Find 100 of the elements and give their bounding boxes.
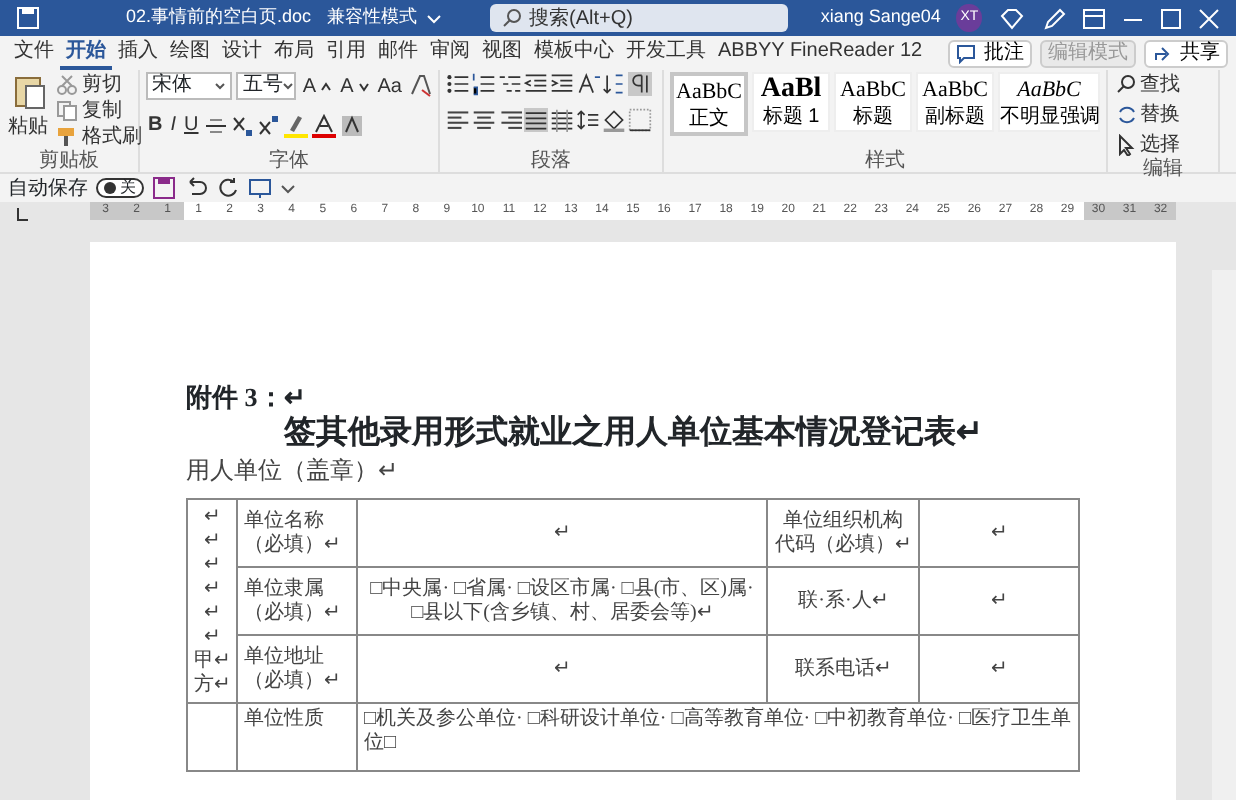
ribbon-tab[interactable]: 绘图 xyxy=(164,36,216,70)
ribbon-tab[interactable]: 视图 xyxy=(476,36,528,70)
grow-font-button[interactable]: A xyxy=(300,73,335,99)
customize-caret-icon[interactable] xyxy=(280,180,296,196)
monitor-icon[interactable] xyxy=(248,176,272,200)
select-button[interactable]: 选择 xyxy=(1114,132,1212,158)
sort-icon[interactable] xyxy=(602,72,626,96)
underline-button[interactable]: U xyxy=(182,112,201,138)
character-shading-icon[interactable] xyxy=(340,113,365,137)
paste-button[interactable]: 粘贴 xyxy=(6,72,50,150)
decrease-indent-icon[interactable] xyxy=(524,72,548,96)
ribbon-tab[interactable]: 开发工具 xyxy=(620,36,712,70)
italic-button[interactable]: I xyxy=(168,112,179,138)
line-spacing-icon[interactable] xyxy=(576,108,600,132)
group-label: 段落 xyxy=(529,150,573,172)
tab-stop-icon[interactable] xyxy=(12,204,32,224)
caret-icon xyxy=(425,11,442,25)
save-icon[interactable] xyxy=(152,176,176,200)
font-size-field[interactable]: 五号 xyxy=(236,72,297,100)
caret-icon xyxy=(282,80,295,92)
table-cell: ↵ xyxy=(357,499,767,567)
change-case-button[interactable]: Aa xyxy=(375,73,404,99)
font-name-field[interactable]: 宋体 xyxy=(146,72,233,100)
style-gallery-item[interactable]: AaBbC 不明显强调 xyxy=(998,72,1100,132)
table-cell: 单位名称（必填）↵ xyxy=(237,499,357,567)
cut-button[interactable]: 剪切 xyxy=(54,72,144,98)
cursor-arrow-icon xyxy=(1116,134,1136,156)
replace-button[interactable]: 替换 xyxy=(1114,102,1212,128)
redo-icon[interactable] xyxy=(216,176,240,200)
ribbon-tab[interactable]: 文件 xyxy=(8,36,60,70)
share-button[interactable]: 共享 xyxy=(1144,39,1228,67)
asian-layout-icon[interactable] xyxy=(576,72,600,96)
ribbon-tab[interactable]: 布局 xyxy=(268,36,320,70)
strikethrough-icon[interactable] xyxy=(204,113,229,137)
ribbon-display-icon[interactable] xyxy=(1082,7,1106,29)
align-right-icon[interactable] xyxy=(498,108,522,132)
ribbon-tab[interactable]: 引用 xyxy=(320,36,372,70)
superscript-icon[interactable] xyxy=(258,113,281,137)
table-cell: ↵ xyxy=(919,499,1079,567)
table-cell: ↵ xyxy=(357,635,767,703)
style-gallery-item[interactable]: AaBbC 副标题 xyxy=(916,72,994,132)
show-marks-icon[interactable] xyxy=(628,72,652,96)
copy-icon xyxy=(56,100,78,122)
font-color-icon[interactable] xyxy=(312,113,337,137)
table-cell: 单位组织机构代码（必填）↵ xyxy=(767,499,919,567)
caret-up-icon xyxy=(320,81,333,91)
shrink-font-button[interactable]: A xyxy=(338,73,372,99)
borders-icon[interactable] xyxy=(628,108,652,132)
distributed-icon[interactable] xyxy=(550,108,574,132)
table-cell: 单位性质 xyxy=(237,703,357,771)
table-cell: ↵ xyxy=(919,635,1079,703)
table-cell: 联系电话↵ xyxy=(767,635,919,703)
scissors-icon xyxy=(56,74,78,96)
style-gallery-item[interactable]: AaBl 标题 1 xyxy=(752,72,830,132)
replace-icon xyxy=(1116,104,1136,126)
align-left-icon[interactable] xyxy=(446,108,470,132)
multilevel-list-icon[interactable] xyxy=(498,72,522,96)
user-name[interactable]: xiang Sange04 xyxy=(820,4,941,32)
copy-button[interactable]: 复制 xyxy=(54,98,144,124)
comment-icon xyxy=(956,43,976,63)
highlighter-icon[interactable] xyxy=(284,113,309,137)
ribbon-tab[interactable]: 模板中心 xyxy=(528,36,620,70)
bullets-icon[interactable] xyxy=(446,72,470,96)
table-cell: □中央属· □省属· □设区市属· □县(市、区)属· □县以下(含乡镇、村、居委会等)↵ xyxy=(357,567,767,635)
ribbon-tab[interactable]: 审阅 xyxy=(424,36,476,70)
align-center-icon[interactable] xyxy=(472,108,496,132)
justify-icon[interactable] xyxy=(524,108,548,132)
share-icon xyxy=(1152,43,1172,63)
close-icon[interactable] xyxy=(1198,7,1220,29)
table-cell: ↵ ↵ ↵ ↵ ↵ ↵ 甲↵ 方↵ xyxy=(187,499,237,703)
numbering-icon[interactable] xyxy=(472,72,496,96)
paintbrush-icon xyxy=(56,126,78,148)
increase-indent-icon[interactable] xyxy=(550,72,574,96)
undo-icon[interactable] xyxy=(184,176,208,200)
autosave-toggle[interactable]: 关 xyxy=(96,178,144,198)
format-painter-button[interactable]: 格式刷 xyxy=(54,124,144,150)
maximize-icon[interactable] xyxy=(1160,7,1182,29)
ribbon-tab[interactable]: 插入 xyxy=(112,36,164,70)
shading-icon[interactable] xyxy=(602,108,626,132)
mode-dropdown[interactable]: 兼容性模式 xyxy=(327,4,442,32)
style-gallery-item[interactable]: AaBbC 正文 xyxy=(670,72,748,136)
group-label: 编辑 xyxy=(1141,158,1185,180)
caret-icon xyxy=(357,81,370,91)
table-cell: 单位隶属（必填）↵ xyxy=(237,567,357,635)
ribbon-tab[interactable]: 邮件 xyxy=(372,36,424,70)
ribbon-tab[interactable]: ABBYY FineReader 12 xyxy=(712,36,929,70)
bold-button[interactable]: B xyxy=(146,112,165,138)
document-title: 签其他录用形式就业之用人单位基本情况登记表↵ xyxy=(282,414,984,454)
diamond-icon[interactable] xyxy=(998,7,1026,29)
ribbon-tab[interactable]: 设计 xyxy=(216,36,268,70)
search-field[interactable]: 搜索(Alt+Q) xyxy=(489,4,789,32)
clear-format-icon[interactable] xyxy=(408,74,432,98)
comment-button[interactable]: 批注 xyxy=(948,39,1032,67)
search-icon xyxy=(1116,74,1136,96)
pen-icon[interactable] xyxy=(1042,7,1066,29)
document-title: 02.事情前的空白页.doc xyxy=(126,4,312,31)
subscript-icon[interactable] xyxy=(232,113,255,137)
style-gallery-item[interactable]: AaBbC 标题 xyxy=(834,72,912,132)
group-label: 剪贴板 xyxy=(37,150,101,172)
find-button[interactable]: 查找 xyxy=(1114,72,1212,98)
